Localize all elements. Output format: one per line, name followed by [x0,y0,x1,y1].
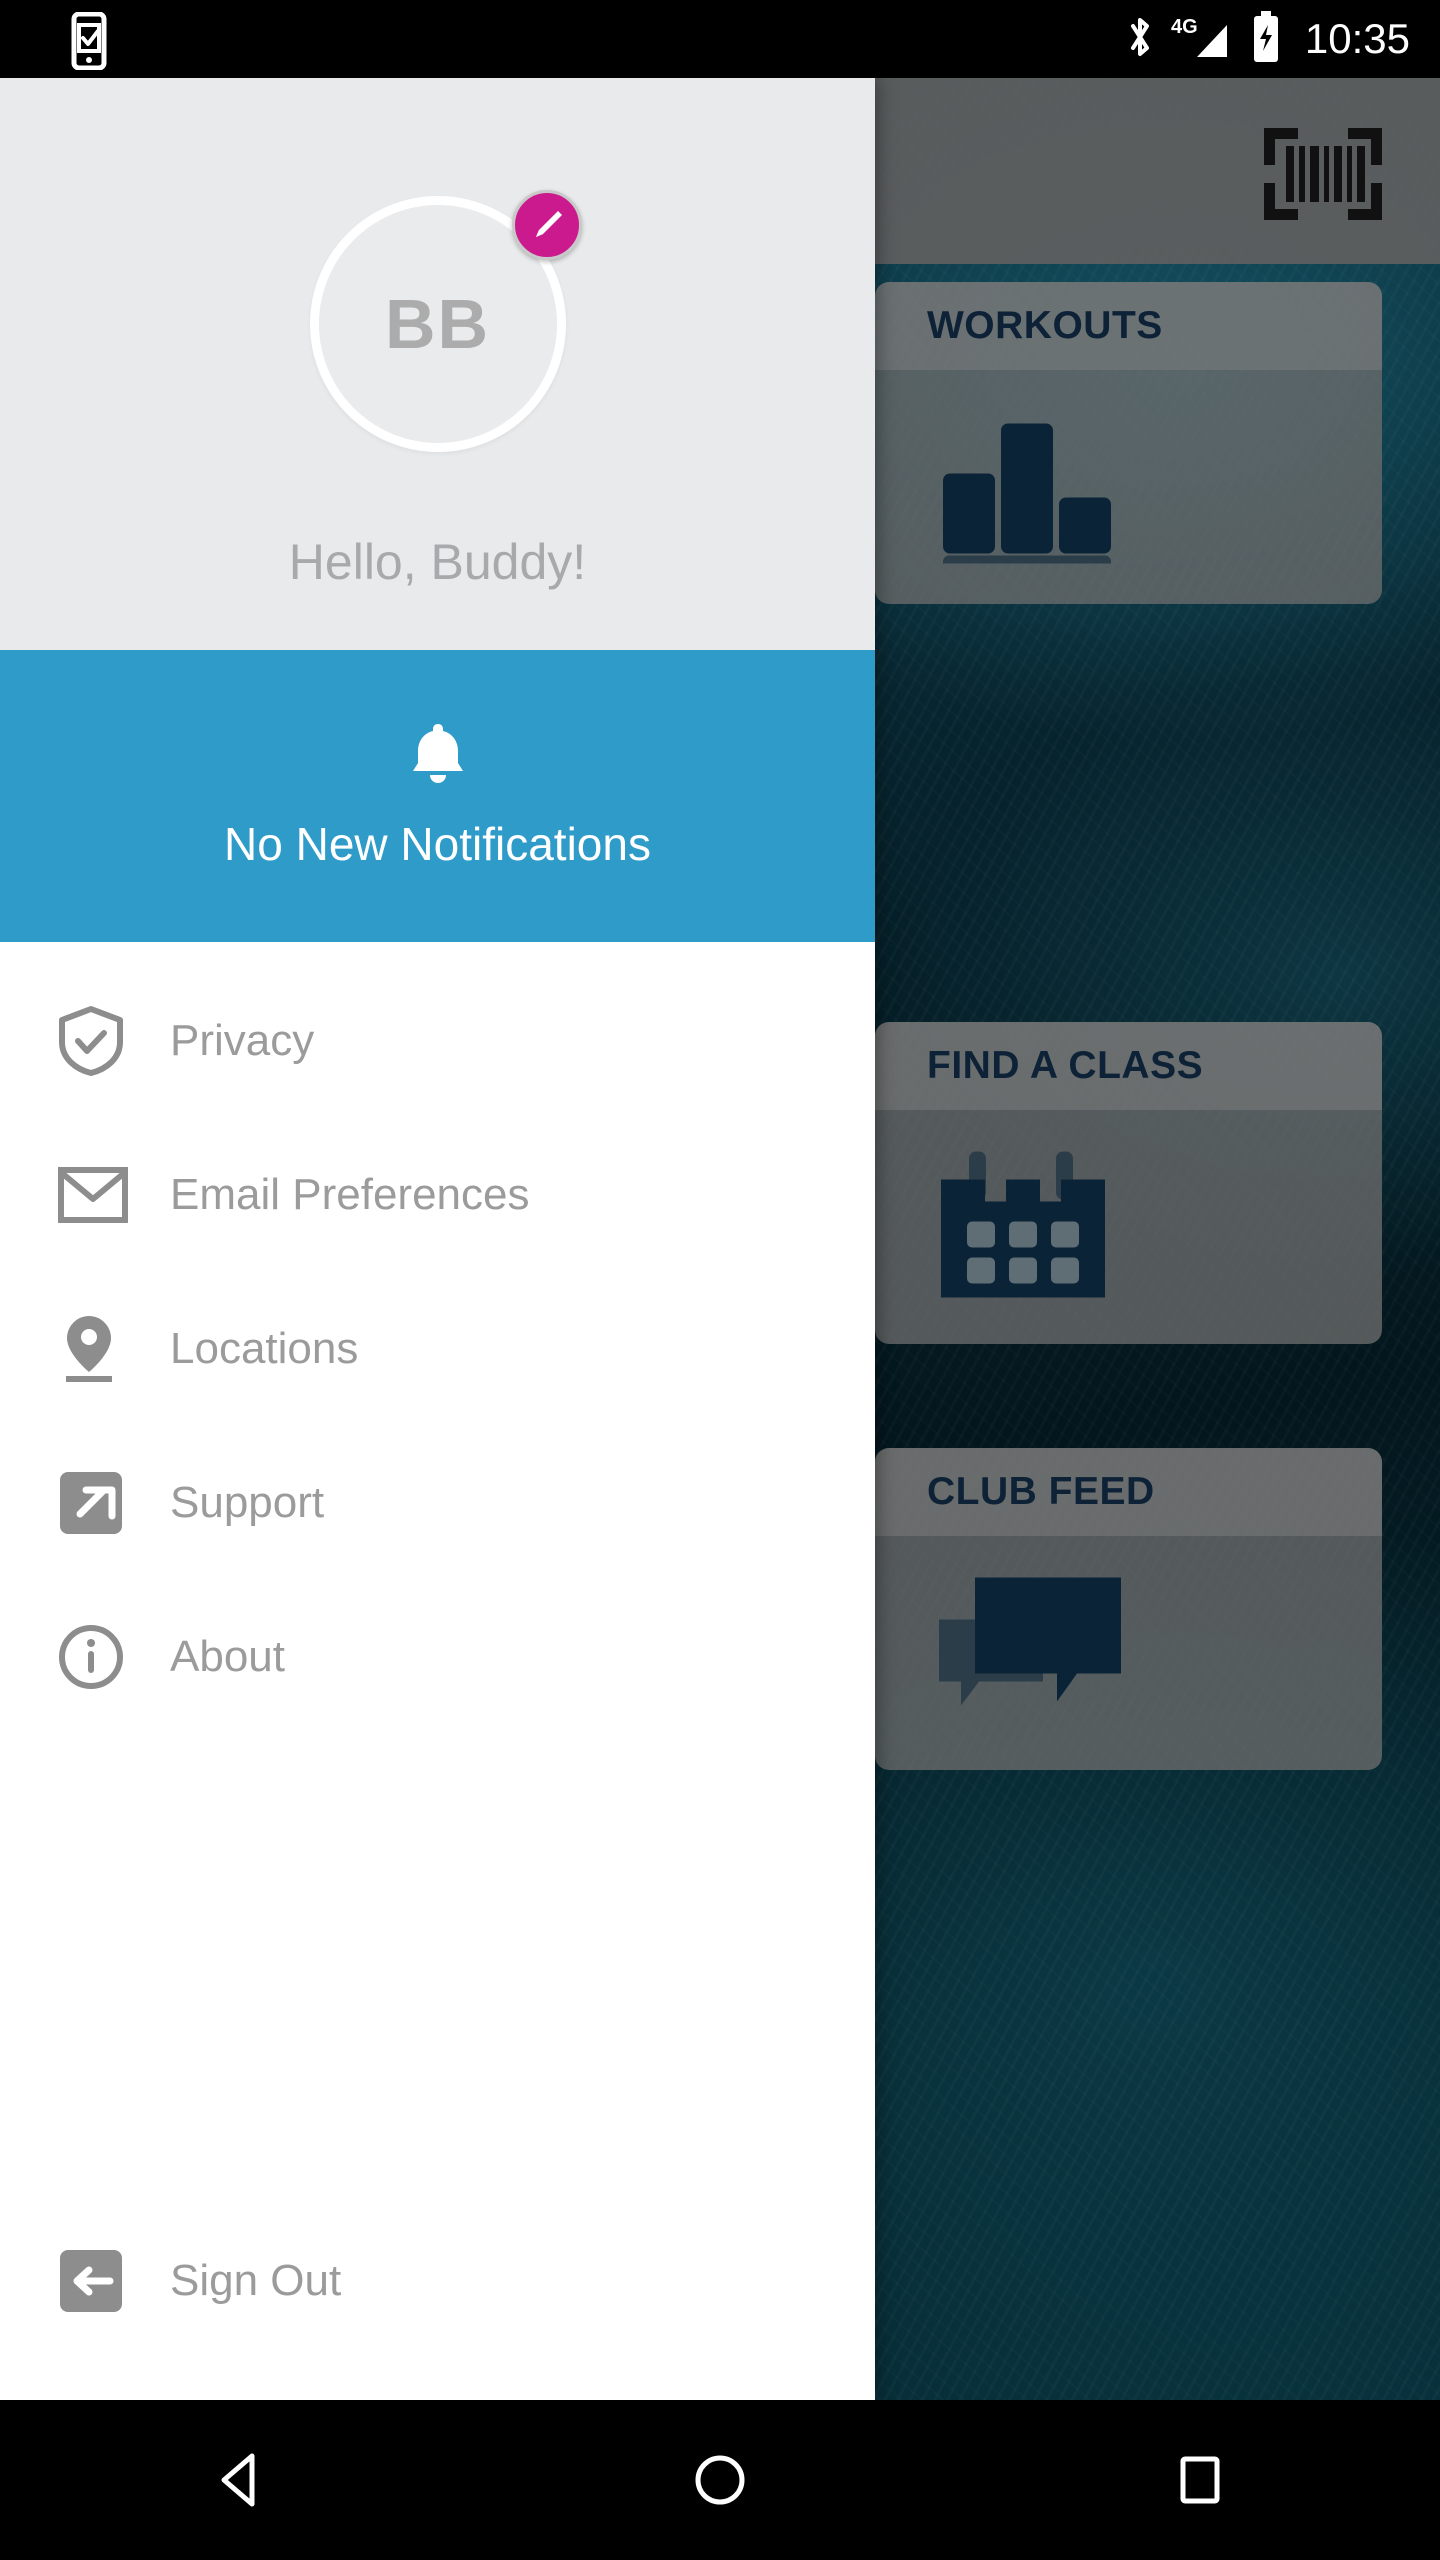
android-nav-bar [0,2400,1440,2560]
svg-text:4G: 4G [1171,16,1198,38]
back-triangle-icon[interactable] [160,2400,320,2560]
sign-out-section: Sign Out [0,2216,875,2400]
shield-check-icon [58,1005,156,1077]
phone-screen: WORKOUTS FIND A CLASS CLUB FEED BB Hello… [0,0,1440,2560]
clock: 10:35 [1304,15,1410,62]
menu-item-label: Email Preferences [170,1170,530,1219]
pencil-icon[interactable] [511,190,582,260]
calendar-icon [937,1146,1109,1309]
navigation-drawer: BB Hello, Buddy! No New Notifications Pr… [0,78,875,2400]
card-body [875,370,1382,604]
map-pin-icon [58,1313,156,1385]
phone-check-icon [62,11,116,75]
bell-icon [409,722,467,789]
avatar-initials: BB [384,285,491,363]
drawer-header: BB Hello, Buddy! [0,78,875,650]
menu-item-sign-out[interactable]: Sign Out [0,2216,875,2346]
sign-out-label: Sign Out [170,2256,342,2305]
card-title: FIND A CLASS [927,1044,1204,1087]
bluetooth-icon [1125,13,1155,66]
greeting-text: Hello, Buddy! [288,534,587,590]
card-body [875,1110,1382,1344]
avatar[interactable]: BB [309,190,582,452]
card-find-a-class[interactable]: FIND A CLASS [875,1022,1382,1344]
card-header: CLUB FEED [875,1448,1382,1536]
battery-charging-icon [1251,10,1281,68]
notification-label: No New Notifications [224,817,651,870]
external-link-icon [58,1470,156,1536]
notification-banner[interactable]: No New Notifications [0,650,875,942]
logout-arrow-icon [58,2248,156,2314]
bar-chart-icon [937,406,1115,570]
chat-bubbles-icon [937,1576,1123,1731]
info-circle-icon [58,1624,156,1690]
menu-item-label: Support [170,1478,325,1527]
menu-item-about[interactable]: About [0,1580,875,1734]
status-icons: 4G 10:35 [1125,0,1410,78]
menu-item-label: Locations [170,1324,359,1373]
card-workouts[interactable]: WORKOUTS [875,282,1382,604]
card-club-feed[interactable]: CLUB FEED [875,1448,1382,1770]
menu-item-label: Privacy [170,1016,315,1065]
menu-item-locations[interactable]: Locations [0,1272,875,1426]
card-title: CLUB FEED [927,1470,1155,1513]
card-title: WORKOUTS [927,304,1163,347]
menu-list: Privacy Email Preferences Locations Supp… [0,942,875,2216]
home-circle-icon[interactable] [640,2400,800,2560]
menu-item-support[interactable]: Support [0,1426,875,1580]
menu-item-email-preferences[interactable]: Email Preferences [0,1118,875,1272]
card-header: FIND A CLASS [875,1022,1382,1110]
status-bar: 4G 10:35 [0,0,1440,78]
envelope-icon [58,1167,156,1223]
recents-square-icon[interactable] [1120,2400,1280,2560]
signal-4g-icon: 4G [1171,13,1235,66]
card-header: WORKOUTS [875,282,1382,370]
menu-item-label: About [170,1632,285,1681]
barcode-scan-icon[interactable] [1264,128,1382,220]
menu-item-privacy[interactable]: Privacy [0,964,875,1118]
card-body [875,1536,1382,1770]
